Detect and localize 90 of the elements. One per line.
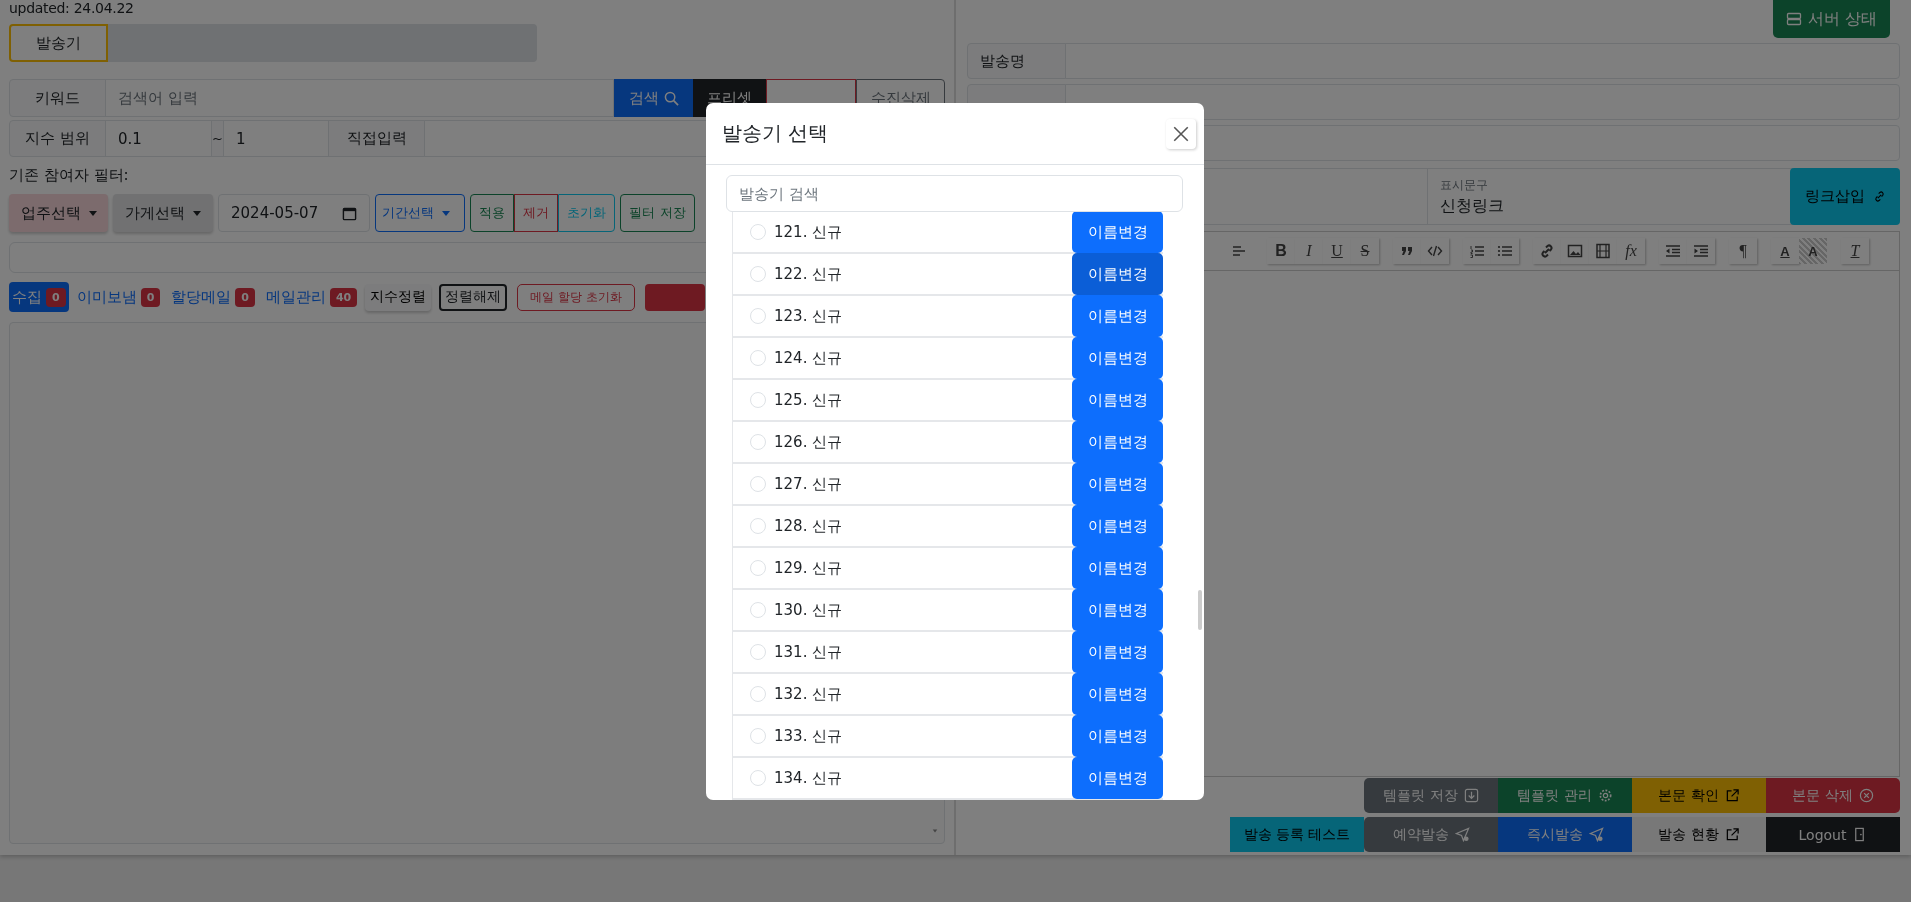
- rename-button[interactable]: 이름변경: [1072, 505, 1163, 547]
- list-item[interactable]: 130. 신규 이름변경: [732, 590, 1163, 632]
- item-label: 123. 신규: [774, 306, 844, 326]
- list-item[interactable]: 121. 신규 이름변경: [732, 212, 1163, 254]
- rename-button[interactable]: 이름변경: [1072, 295, 1163, 337]
- action-button[interactable]: 즉시발송: [1498, 817, 1632, 852]
- filter-save-button[interactable]: 필터 저장: [620, 194, 695, 232]
- field-label: 직접입력: [328, 120, 425, 157]
- item-label: 129. 신규: [774, 558, 844, 578]
- list-item[interactable]: 132. 신규 이름변경: [732, 674, 1163, 716]
- italic-button[interactable]: I: [1295, 238, 1323, 264]
- list-item[interactable]: 126. 신규 이름변경: [732, 422, 1163, 464]
- list-item[interactable]: 131. 신규 이름변경: [732, 632, 1163, 674]
- item-label: 133. 신규: [774, 726, 844, 746]
- rename-button[interactable]: 이름변경: [1072, 757, 1163, 799]
- item-label: 132. 신규: [774, 684, 844, 704]
- rename-button[interactable]: 이름변경: [1072, 253, 1163, 295]
- rename-button[interactable]: 이름변경: [1072, 715, 1163, 757]
- list-item[interactable]: 124. 신규 이름변경: [732, 338, 1163, 380]
- formula-button[interactable]: fx: [1617, 238, 1645, 264]
- filter-title: 기존 참여자 필터:: [9, 165, 130, 185]
- item-label: 121. 신규: [774, 222, 844, 242]
- item-label: 131. 신규: [774, 642, 844, 662]
- sort-button[interactable]: 정렬해제: [439, 283, 508, 311]
- counter-tab[interactable]: 수집 0: [9, 282, 69, 312]
- item-label: 134. 신규: [774, 768, 844, 788]
- field-label: 키워드: [9, 79, 106, 117]
- list-item[interactable]: 123. 신규 이름변경: [732, 296, 1163, 338]
- field-label: 발송명: [967, 43, 1066, 79]
- rename-button[interactable]: 이름변경: [1072, 673, 1163, 715]
- dropdown-button[interactable]: 업주선택: [9, 194, 108, 232]
- action-button[interactable]: Logout: [1766, 817, 1900, 852]
- action-button[interactable]: 발송 현황: [1632, 817, 1766, 852]
- clear-format-button[interactable]: T: [1841, 238, 1869, 264]
- server-status-button[interactable]: 서버 상태: [1772, 0, 1890, 38]
- search-button[interactable]: 검색: [614, 79, 693, 117]
- dropdown-button[interactable]: 기간선택: [375, 194, 465, 232]
- text-color-button[interactable]: A: [1771, 238, 1799, 264]
- modal-title: 발송기 선택: [722, 120, 829, 147]
- bold-button[interactable]: B: [1267, 238, 1295, 264]
- underline-button[interactable]: U: [1323, 238, 1351, 264]
- dropdown-button[interactable]: 가게선택: [113, 194, 213, 232]
- item-label: 130. 신규: [774, 600, 844, 620]
- rename-button[interactable]: 이름변경: [1072, 379, 1163, 421]
- item-label: 122. 신규: [774, 264, 844, 284]
- count-badge: 40: [329, 287, 358, 307]
- list-item[interactable]: 129. 신규 이름변경: [732, 548, 1163, 590]
- count-badge: 0: [235, 287, 255, 307]
- item-label: 125. 신규: [774, 390, 844, 410]
- date-input[interactable]: 2024-05-07: [218, 194, 370, 232]
- rename-button[interactable]: 이름변경: [1072, 547, 1163, 589]
- count-badge: 0: [140, 287, 161, 307]
- action-button[interactable]: 템플릿 관리: [1498, 778, 1632, 813]
- rename-button[interactable]: 이름변경: [1072, 631, 1163, 673]
- sender-tab[interactable]: 발송기: [9, 24, 108, 62]
- rename-button[interactable]: 이름변경: [1072, 463, 1163, 505]
- counter-tab[interactable]: 메일관리 40: [262, 282, 361, 312]
- keyword-input[interactable]: 검색어 입력: [105, 79, 614, 117]
- counter-tab[interactable]: 할당메일 0: [168, 282, 258, 312]
- action-button[interactable]: 예약발송: [1364, 817, 1498, 852]
- direction-button[interactable]: ¶: [1729, 238, 1757, 264]
- filter-button[interactable]: 적용: [470, 194, 514, 232]
- list-item[interactable]: 134. 신규 이름변경: [732, 758, 1163, 800]
- sort-button[interactable]: 지수정렬: [365, 283, 432, 311]
- item-label: 124. 신규: [774, 348, 844, 368]
- action-button[interactable]: 템플릿 저장: [1364, 778, 1498, 813]
- updated-text: updated: 24.04.22: [9, 0, 135, 16]
- list-item[interactable]: 127. 신규 이름변경: [732, 464, 1163, 506]
- list-item[interactable]: 128. 신규 이름변경: [732, 506, 1163, 548]
- item-label: 128. 신규: [774, 516, 844, 536]
- rename-button[interactable]: 이름변경: [1072, 337, 1163, 379]
- highlight-button[interactable]: A: [1799, 238, 1827, 264]
- list-item[interactable]: 133. 신규 이름변경: [732, 716, 1163, 758]
- rename-button[interactable]: 이름변경: [1072, 421, 1163, 463]
- count-badge: 0: [46, 287, 66, 307]
- sort-button[interactable]: 메일 할당 초기화: [517, 283, 635, 311]
- list-item[interactable]: 125. 신규 이름변경: [732, 380, 1163, 422]
- action-button[interactable]: 본문 확인: [1632, 778, 1766, 813]
- max-input[interactable]: 1: [223, 120, 329, 157]
- counter-tab[interactable]: 이미보냄 0: [73, 282, 164, 312]
- action-button[interactable]: 발송 등록 테스트: [1230, 817, 1364, 852]
- item-label: 127. 신규: [774, 474, 844, 494]
- field-label: 지수 범위: [9, 120, 106, 157]
- action-button[interactable]: 본문 삭제: [1766, 778, 1900, 813]
- item-label: 126. 신규: [774, 432, 844, 452]
- min-input[interactable]: 0.1: [105, 120, 212, 157]
- filter-button[interactable]: 제거: [514, 194, 558, 232]
- strike-button[interactable]: S: [1351, 238, 1379, 264]
- rename-button[interactable]: 이름변경: [1072, 589, 1163, 631]
- list-item[interactable]: 122. 신규 이름변경: [732, 254, 1163, 296]
